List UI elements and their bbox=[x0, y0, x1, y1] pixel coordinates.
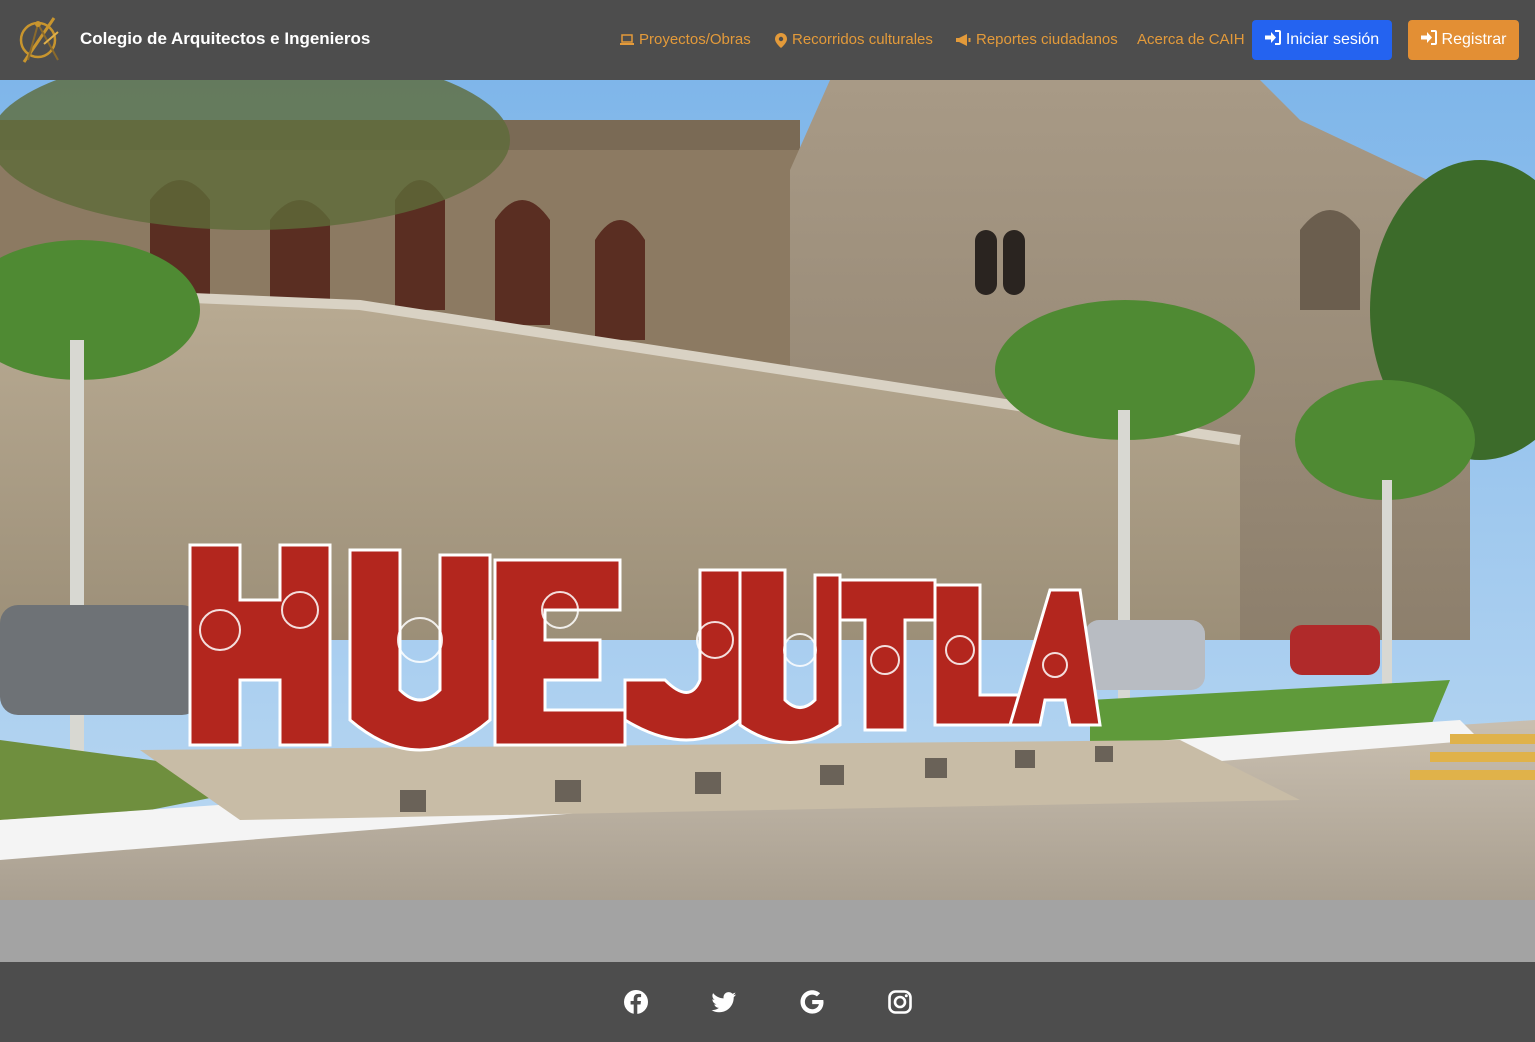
login-label: Iniciar sesión bbox=[1285, 31, 1380, 48]
google-icon[interactable] bbox=[799, 989, 825, 1015]
nav-link-recorridos[interactable]: Recorridos culturales bbox=[775, 30, 933, 50]
register-label: Registrar bbox=[1441, 31, 1507, 48]
nav-link-reportes[interactable]: Reportes ciudadanos bbox=[956, 30, 1118, 50]
instagram-icon[interactable] bbox=[887, 989, 913, 1015]
nav-link-proyectos[interactable]: Proyectos/Obras bbox=[620, 30, 751, 50]
login-button[interactable]: Iniciar sesión bbox=[1252, 20, 1392, 60]
sign-in-icon bbox=[1264, 30, 1281, 50]
hero-image bbox=[0, 80, 1535, 900]
nav-link-label: Reportes ciudadanos bbox=[976, 31, 1118, 48]
compass-logo-icon[interactable] bbox=[14, 10, 66, 70]
footer bbox=[0, 962, 1535, 1042]
nav-link-label: Recorridos culturales bbox=[792, 31, 933, 48]
map-pin-icon bbox=[775, 32, 787, 48]
nav-link-label: Proyectos/Obras bbox=[639, 31, 751, 48]
sign-in-icon bbox=[1420, 30, 1437, 50]
content-band bbox=[0, 900, 1535, 962]
bullhorn-icon bbox=[956, 34, 971, 46]
nav-link-acerca[interactable]: Acerca de CAIH bbox=[1137, 30, 1245, 50]
twitter-icon[interactable] bbox=[711, 989, 737, 1015]
top-navbar: Colegio de Arquitectos e Ingenieros Proy… bbox=[0, 0, 1535, 80]
brand-title[interactable]: Colegio de Arquitectos e Ingenieros bbox=[80, 29, 370, 49]
facebook-icon[interactable] bbox=[623, 989, 649, 1015]
nav-link-label: Acerca de CAIH bbox=[1137, 31, 1245, 48]
laptop-icon bbox=[620, 34, 634, 46]
register-button[interactable]: Registrar bbox=[1408, 20, 1519, 60]
